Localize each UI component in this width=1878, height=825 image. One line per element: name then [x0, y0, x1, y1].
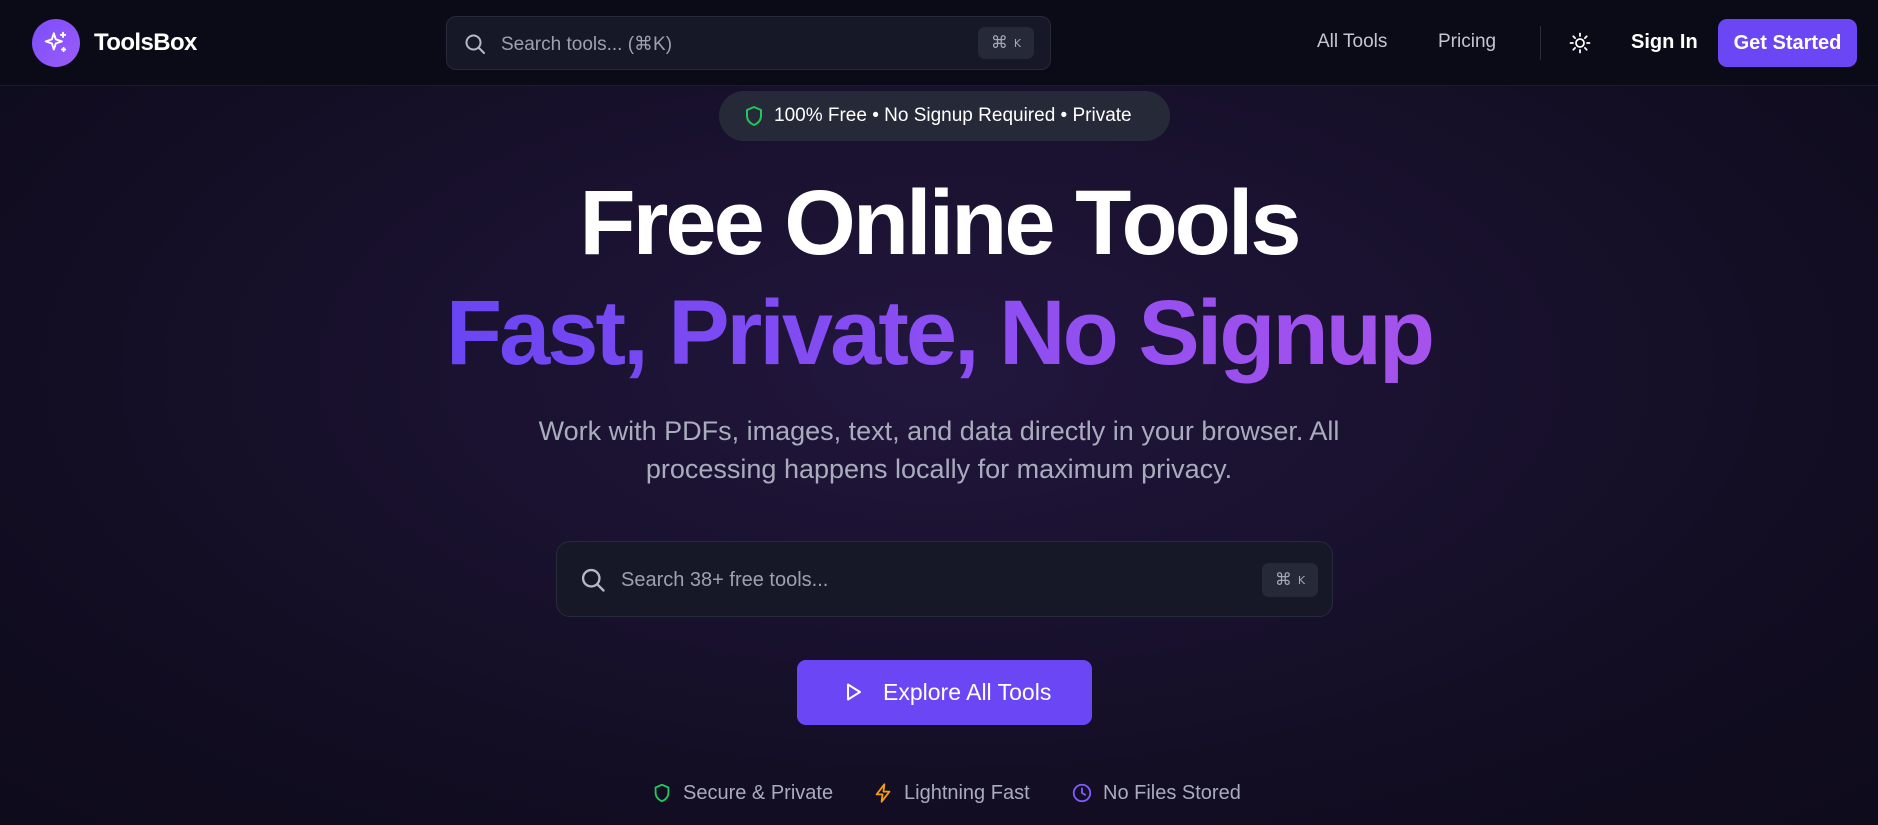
feature-label: Lightning Fast: [904, 781, 1030, 804]
tools-search-input[interactable]: Search 38+ free tools... ⌘ K: [556, 541, 1333, 617]
shield-icon: [654, 783, 670, 803]
search-icon: [465, 34, 485, 54]
shield-icon: [746, 106, 762, 126]
sparkles-icon: [32, 19, 80, 67]
lightning-icon: [875, 783, 891, 803]
keyboard-shortcut-badge: ⌘ K: [1262, 563, 1318, 597]
feature-lightning-fast: Lightning Fast: [872, 780, 1030, 806]
header-search-input[interactable]: Search tools... (⌘K) ⌘ K: [446, 16, 1051, 70]
explore-all-tools-button[interactable]: Explore All Tools: [797, 660, 1092, 725]
brand-home-link[interactable]: ToolsBox: [32, 19, 197, 67]
nav-divider: [1540, 26, 1541, 60]
brand-name: ToolsBox: [94, 29, 197, 56]
hero-subtitle-text: Fast, Private, No Signup: [445, 282, 1435, 384]
keyboard-shortcut-badge: ⌘ K: [978, 27, 1034, 59]
explore-all-tools-label: Explore All Tools: [883, 679, 1052, 705]
tools-search-placeholder: Search 38+ free tools...: [621, 569, 829, 591]
command-key-icon: ⌘: [990, 33, 1008, 53]
hero-subtitle: Fast, Private, No Signup: [0, 278, 1878, 388]
sign-in-link[interactable]: Sign In: [1631, 31, 1698, 54]
clock-icon: [1072, 783, 1092, 803]
header-search-placeholder: Search tools... (⌘K): [501, 34, 673, 55]
nav-all-tools-link[interactable]: All Tools: [1317, 31, 1387, 53]
nav-pricing-link[interactable]: Pricing: [1438, 31, 1496, 53]
command-key-icon: ⌘: [1274, 570, 1292, 590]
play-icon: [847, 683, 861, 701]
sun-icon[interactable]: [1568, 31, 1592, 55]
search-icon: [581, 568, 605, 592]
feature-label: Secure & Private: [683, 781, 834, 804]
top-navbar: ToolsBox Search tools... (⌘K) ⌘ K All To…: [0, 0, 1878, 86]
hero-title: Free Online Tools: [579, 172, 1301, 274]
feature-label: No Files Stored: [1103, 781, 1241, 804]
badge-text: 100% Free • No Signup Required • Private: [774, 105, 1132, 126]
shortcut-key: K: [1013, 36, 1022, 50]
feature-secure-private: Secure & Private: [651, 780, 833, 806]
feature-no-files-stored: No Files Stored: [1071, 780, 1241, 806]
get-started-button[interactable]: Get Started: [1718, 19, 1857, 67]
hero-description: Work with PDFs, images, text, and data d…: [538, 416, 1340, 484]
free-private-badge: 100% Free • No Signup Required • Private: [719, 91, 1170, 141]
shortcut-key: K: [1297, 573, 1306, 587]
